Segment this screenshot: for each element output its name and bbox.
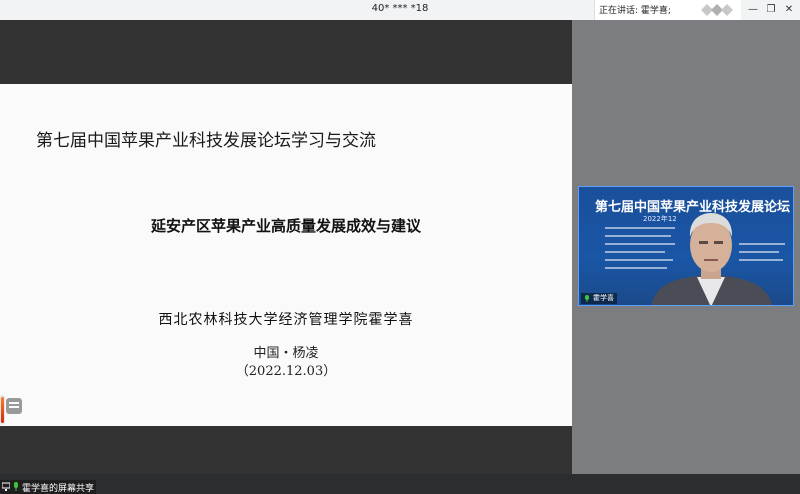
microphone-icon — [14, 482, 18, 491]
slide-date: （2022.12.03） — [235, 364, 337, 379]
slide-subtitle: 延安产区苹果产业高质量发展成效与建议 — [150, 217, 421, 235]
close-button[interactable]: ✕ — [778, 0, 800, 20]
laser-pointer-tool[interactable] — [0, 395, 5, 425]
screen-share-label: 霍学喜的屏幕共享 — [22, 484, 95, 494]
participant-name-tag: 霍学喜 — [581, 293, 617, 304]
speaking-label: 正在讲话: 霍学喜; — [599, 6, 671, 16]
speaking-indicator: 正在讲话: 霍学喜; — [594, 0, 741, 20]
slide-author: 西北农林科技大学经济管理学院霍学喜 — [158, 312, 414, 328]
participant-name: 霍学喜 — [593, 294, 614, 302]
laser-bar — [1, 397, 4, 423]
title-bar: 40* *** *18 正在讲话: 霍学喜; — ❐ ✕ — [0, 0, 800, 20]
participant-video[interactable]: 第七届中国苹果产业科技发展论坛 2022年12 霍学喜 — [578, 186, 794, 306]
speaker-video-image — [651, 213, 773, 305]
participant-mic-icon — [585, 295, 589, 302]
screen-share-status: 霍学喜的屏幕共享 — [0, 480, 96, 494]
audio-level-icon — [701, 4, 733, 16]
presentation-slide: 第七届中国苹果产业科技发展论坛学习与交流 延安产区苹果产业高质量发展成效与建议 … — [0, 84, 572, 426]
annotation-toolbar-button[interactable] — [6, 398, 22, 414]
slide-title: 第七届中国苹果产业科技发展论坛学习与交流 — [36, 131, 376, 151]
screen-share-area: 第七届中国苹果产业科技发展论坛学习与交流 延安产区苹果产业高质量发展成效与建议 … — [0, 20, 572, 494]
slide-place: 中国・杨凌 — [253, 346, 319, 361]
screen-share-icon — [2, 482, 10, 491]
